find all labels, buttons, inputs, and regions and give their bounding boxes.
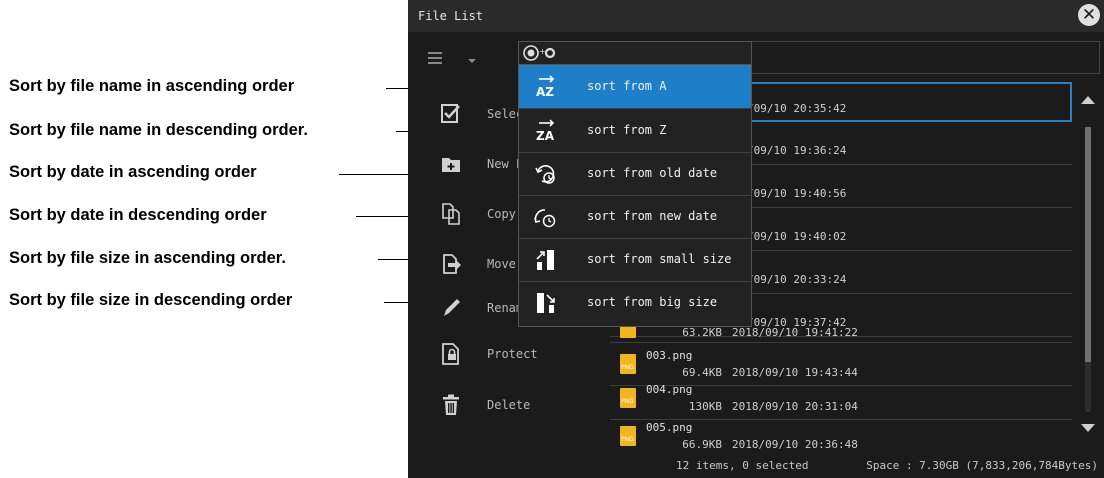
item-count: 12 items, 0 selected (676, 459, 809, 472)
sort-item-label: sort from A (587, 79, 667, 93)
close-button[interactable]: ✕ (1078, 4, 1100, 26)
new-folder-icon (442, 158, 460, 172)
action-label: Protect (487, 347, 538, 361)
annotation-sort-size-asc: Sort by file size in ascending order. (9, 249, 286, 267)
file-date: /09/10 20:35:42 (747, 102, 847, 115)
file-date: /09/10 19:40:56 (747, 187, 847, 200)
scrollbar[interactable] (1073, 82, 1104, 454)
file-name: 004.png (646, 383, 693, 396)
file-date: 2018/09/10 19:41:22 (732, 326, 858, 339)
annotation-sort-name-asc: Sort by file name in ascending order (9, 77, 295, 95)
sort-item-old-date[interactable]: sort from old date (519, 152, 751, 196)
path-field[interactable] (748, 41, 1100, 74)
png-file-icon: PNG (620, 354, 636, 374)
action-label: Delete (487, 398, 531, 412)
copy-icon (442, 203, 460, 225)
sort-item-label: sort from small size (587, 252, 732, 266)
file-date: 2018/09/10 20:31:04 (732, 400, 858, 413)
sort-new-date-icon (534, 209, 556, 228)
checkbox-icon (441, 104, 460, 123)
sort-item-z[interactable]: ZA sort from Z (519, 109, 751, 153)
rename-pen-icon (444, 299, 460, 316)
file-name: 003.png (646, 349, 693, 362)
sort-item-small-size[interactable]: sort from small size (519, 238, 751, 282)
close-icon: ✕ (1081, 5, 1097, 25)
sort-menu: + AZ sort from A ZA sort from Z sort fro… (518, 41, 752, 327)
file-row[interactable]: 63.2KB 2018/09/10 19:41:22 (610, 318, 1072, 343)
sort-small-size-icon (536, 250, 554, 270)
file-date: /09/10 19:40:02 (747, 230, 847, 243)
svg-text:ZA: ZA (536, 129, 555, 143)
target-sort-icon: + (523, 45, 556, 61)
title-bar: File List ✕ (408, 0, 1104, 32)
scroll-up-icon[interactable] (1081, 96, 1095, 104)
scroll-thumb[interactable] (1085, 127, 1091, 362)
scroll-down-icon[interactable] (1081, 424, 1095, 432)
action-delete[interactable]: Delete (408, 380, 608, 430)
move-icon (443, 254, 461, 274)
sort-az-icon: AZ (536, 75, 554, 99)
sort-item-label: sort from new date (587, 209, 718, 223)
file-row[interactable]: PNG 004.png 130KB 2018/09/10 20:31:04 (610, 377, 1072, 420)
svg-text:AZ: AZ (536, 85, 554, 99)
trash-icon (443, 394, 459, 415)
sort-za-icon: ZA (536, 119, 555, 143)
action-label: Copy (487, 207, 516, 221)
sort-big-size-icon (537, 293, 555, 313)
status-bar: 12 items, 0 selected Space : 7.30GB (7,8… (610, 454, 1104, 478)
sort-item-label: sort from big size (587, 295, 718, 309)
chevron-down-icon (468, 59, 476, 63)
png-file-icon: PNG (620, 388, 636, 408)
file-size: 63.2KB (682, 326, 722, 339)
disk-space: Space : 7.30GB (7,833,206,784Bytes) (866, 459, 1098, 472)
sort-old-date-icon (535, 165, 555, 184)
sort-item-a[interactable]: AZ sort from A (519, 65, 751, 109)
list-menu-button[interactable] (428, 52, 478, 72)
annotation-sort-date-desc: Sort by date in descending order (9, 206, 267, 224)
file-list-window: File List ✕ Selec New F Copy Move Renam … (408, 0, 1104, 478)
action-protect[interactable]: Protect (408, 329, 608, 379)
file-date: /09/10 20:33:24 (747, 273, 847, 286)
sort-item-label: sort from Z (587, 123, 667, 137)
window-title: File List (418, 9, 484, 23)
file-date: 2018/09/10 20:36:48 (732, 438, 858, 451)
lock-file-icon (442, 343, 459, 365)
annotation-sort-name-desc: Sort by file name in descending order. (9, 121, 308, 139)
file-row[interactable]: PNG 005.png 66.9KB 2018/09/10 20:36:48 (610, 415, 1072, 457)
file-date: /09/10 19:36:24 (747, 144, 847, 157)
file-size: 66.9KB (682, 438, 722, 451)
annotation-sort-size-desc: Sort by file size in descending order (9, 291, 293, 309)
file-name: 005.png (646, 421, 693, 434)
file-size: 130KB (688, 400, 722, 413)
action-label: Move (487, 257, 516, 271)
svg-text:+: + (539, 47, 546, 56)
sort-menu-header: + (519, 42, 751, 65)
png-file-icon: PNG (620, 426, 636, 446)
sort-item-big-size[interactable]: sort from big size (519, 281, 751, 324)
annotation-sort-date-asc: Sort by date in ascending order (9, 163, 257, 181)
sort-item-new-date[interactable]: sort from new date (519, 195, 751, 239)
sort-item-label: sort from old date (587, 166, 718, 180)
hamburger-icon (428, 52, 476, 64)
